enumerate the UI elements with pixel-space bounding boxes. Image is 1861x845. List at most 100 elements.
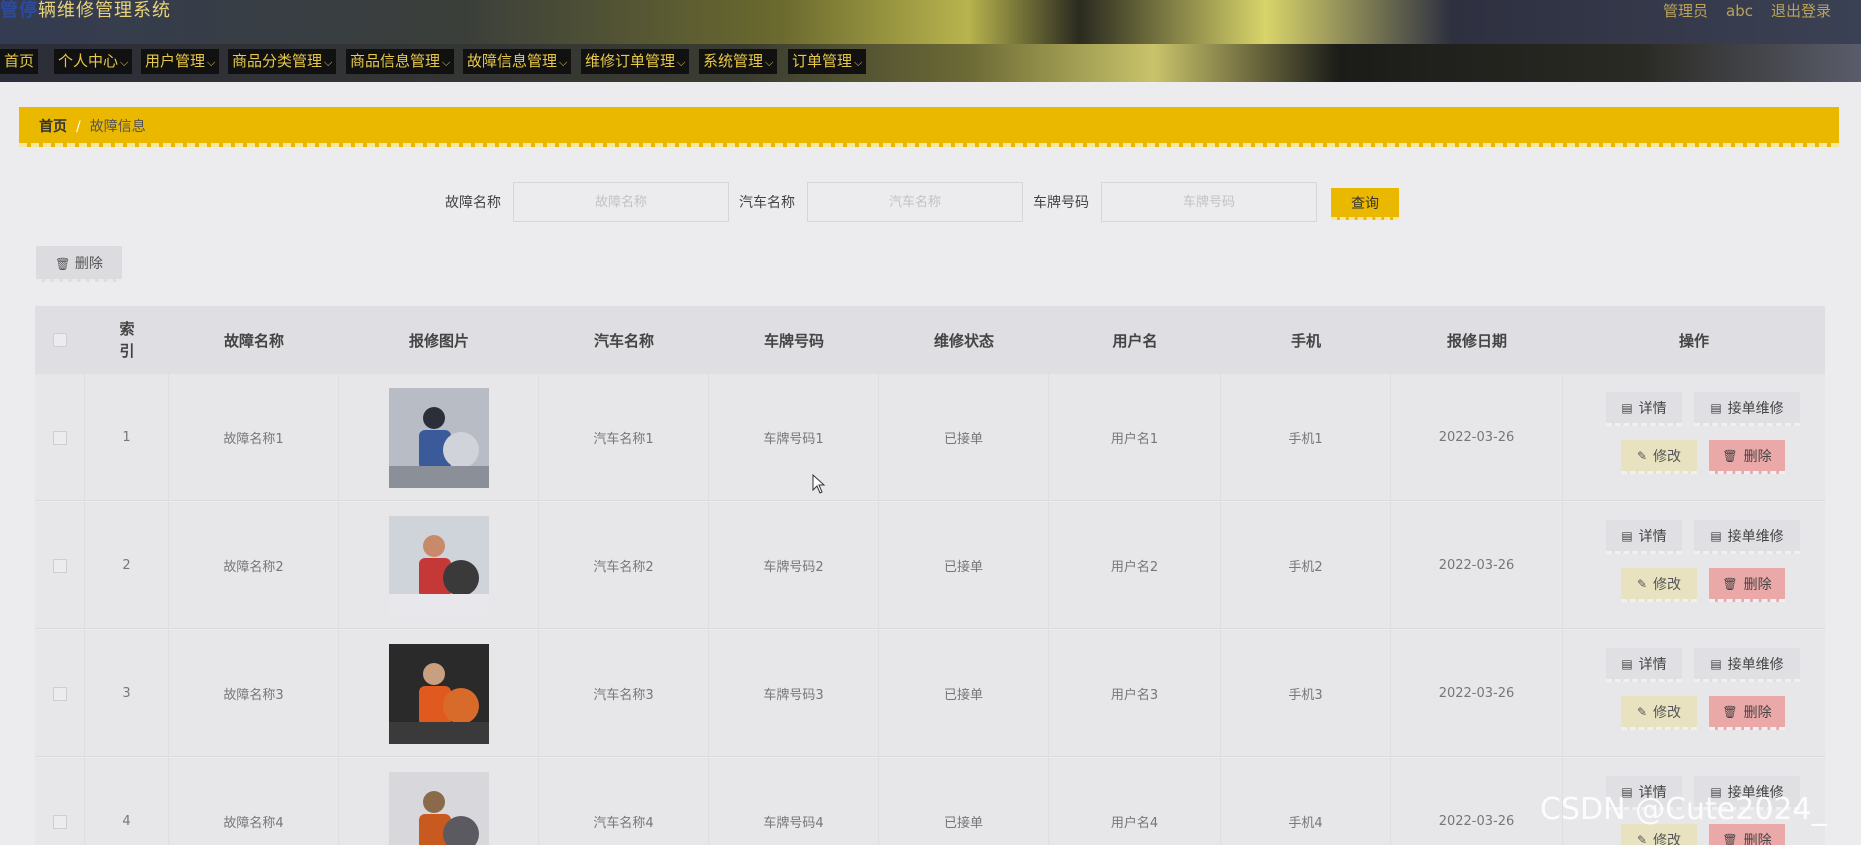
app-header: 管停辆维修管理系统 管理员 abc 退出登录: [0, 0, 1861, 44]
trash-icon: 🗑: [1722, 448, 1738, 463]
row-checkbox[interactable]: [52, 558, 67, 573]
repair-photo[interactable]: [388, 643, 489, 744]
nav-item-users[interactable]: 用户管理 ⌵: [141, 49, 220, 74]
cell-actions: ▤ 详情 ▤ 接单维修 ✎ 修改 🗑 删除: [1563, 374, 1825, 501]
cell-index: 3: [85, 630, 169, 757]
delete-button[interactable]: 🗑 删除: [1709, 696, 1785, 730]
trash-icon: 🗑: [55, 256, 71, 271]
cell-username: 用户名2: [1049, 502, 1221, 629]
edit-button[interactable]: ✎ 修改: [1621, 696, 1697, 730]
cell-actions: ▤ 详情 ▤ 接单维修 ✎ 修改 🗑 删除: [1563, 502, 1825, 629]
detail-button[interactable]: ▤ 详情: [1606, 392, 1682, 426]
cell-car-name: 汽车名称4: [539, 758, 709, 845]
cell-car-name: 汽车名称3: [539, 630, 709, 757]
col-fault-name: 故障名称: [223, 331, 284, 350]
photo-image-icon: [388, 643, 489, 744]
edit-button[interactable]: ✎ 修改: [1621, 440, 1697, 474]
nav-item-category[interactable]: 商品分类管理 ⌵: [228, 49, 337, 74]
breadcrumb-home[interactable]: 首页: [39, 119, 67, 135]
query-button[interactable]: 查询: [1331, 188, 1399, 220]
document-icon: ▤: [1710, 656, 1722, 671]
detail-button[interactable]: ▤ 详情: [1606, 520, 1682, 554]
cell-phone: 手机1: [1221, 374, 1391, 501]
photo-image-icon: [388, 771, 489, 845]
cell-status: 已接单: [879, 758, 1049, 845]
accept-repair-button[interactable]: ▤ 接单维修: [1694, 520, 1800, 554]
nav-item-faults[interactable]: 故障信息管理 ⌵: [463, 49, 572, 74]
cell-phone: 手机4: [1221, 758, 1391, 845]
col-status: 维修状态: [933, 331, 994, 350]
chevron-down-icon: ⌵: [207, 56, 216, 69]
col-date: 报修日期: [1446, 331, 1507, 350]
cell-username: 用户名3: [1049, 630, 1221, 757]
nav-item-products[interactable]: 商品信息管理 ⌵: [346, 49, 455, 74]
logout-link[interactable]: 退出登录: [1771, 2, 1831, 20]
col-car-name: 汽车名称: [593, 331, 654, 350]
cell-date: 2022-03-26: [1391, 758, 1563, 845]
col-index: 索引: [119, 320, 135, 360]
row-checkbox[interactable]: [52, 686, 67, 701]
batch-delete-button[interactable]: 🗑 删除: [36, 246, 122, 282]
nav-item-orders[interactable]: 订单管理 ⌵: [788, 49, 867, 74]
table-row: 2 故障名称2 汽车名称2 车牌号码2 已接单 用户名2 手机2 2022-03…: [35, 502, 1825, 629]
trash-icon: 🗑: [1722, 576, 1738, 591]
nav-item-home[interactable]: 首页: [0, 49, 39, 74]
cell-plate: 车牌号码4: [709, 758, 879, 845]
col-phone: 手机: [1290, 331, 1321, 350]
table-row: 1 故障名称1 汽车名称1 车牌号码1 已接单 用户名1 手机1 2022-03…: [35, 374, 1825, 501]
breadcrumb-current: 故障信息: [89, 119, 146, 135]
car-name-input[interactable]: [807, 182, 1023, 222]
cell-index: 2: [85, 502, 169, 629]
photo-image-icon: [388, 387, 489, 488]
accept-repair-button[interactable]: ▤ 接单维修: [1694, 392, 1800, 426]
cell-plate: 车牌号码1: [709, 374, 879, 501]
cell-date: 2022-03-26: [1391, 374, 1563, 501]
delete-button[interactable]: 🗑 删除: [1709, 568, 1785, 602]
app-title: 管停辆维修管理系统: [0, 0, 171, 21]
nav-item-system[interactable]: 系统管理 ⌵: [699, 49, 778, 74]
cell-date: 2022-03-26: [1391, 630, 1563, 757]
cell-date: 2022-03-26: [1391, 502, 1563, 629]
chevron-down-icon: ⌵: [120, 56, 129, 69]
cell-phone: 手机3: [1221, 630, 1391, 757]
accept-repair-button[interactable]: ▤ 接单维修: [1694, 648, 1800, 682]
edit-button[interactable]: ✎ 修改: [1621, 568, 1697, 602]
user-name: abc: [1726, 2, 1753, 20]
document-icon: ▤: [1710, 400, 1722, 415]
col-username: 用户名: [1112, 331, 1158, 350]
trash-icon: 🗑: [1722, 832, 1738, 845]
chevron-down-icon: ⌵: [854, 56, 863, 69]
cell-username: 用户名1: [1049, 374, 1221, 501]
nav-item-repair-orders[interactable]: 维修订单管理 ⌵: [581, 49, 690, 74]
document-icon: ▤: [1710, 528, 1722, 543]
cell-fault-name: 故障名称2: [169, 502, 339, 629]
cell-username: 用户名4: [1049, 758, 1221, 845]
repair-photo[interactable]: [388, 771, 489, 845]
car-name-label: 汽车名称: [739, 195, 795, 211]
repair-photo[interactable]: [388, 387, 489, 488]
detail-button[interactable]: ▤ 详情: [1606, 648, 1682, 682]
main-nav: 首页 个人中心 ⌵ 用户管理 ⌵ 商品分类管理 ⌵ 商品信息管理 ⌵ 故障信息管理 ⌵ 维…: [0, 44, 1861, 82]
cell-index: 1: [85, 374, 169, 501]
document-icon: ▤: [1621, 528, 1633, 543]
pencil-icon: ✎: [1636, 704, 1648, 719]
pencil-icon: ✎: [1636, 576, 1648, 591]
nav-item-profile[interactable]: 个人中心 ⌵: [54, 49, 133, 74]
row-checkbox[interactable]: [52, 814, 67, 829]
plate-number-input[interactable]: [1101, 182, 1317, 222]
fault-name-input[interactable]: [513, 182, 729, 222]
cell-fault-name: 故障名称1: [169, 374, 339, 501]
cell-plate: 车牌号码3: [709, 630, 879, 757]
edit-button[interactable]: ✎ 修改: [1621, 824, 1697, 845]
delete-button[interactable]: 🗑 删除: [1709, 440, 1785, 474]
cell-status: 已接单: [879, 630, 1049, 757]
delete-button[interactable]: 🗑 删除: [1709, 824, 1785, 845]
chevron-down-icon: ⌵: [324, 56, 333, 69]
row-checkbox[interactable]: [52, 430, 67, 445]
select-all-checkbox[interactable]: [53, 333, 67, 347]
document-icon: ▤: [1621, 656, 1633, 671]
repair-photo[interactable]: [388, 515, 489, 616]
cell-status: 已接单: [879, 374, 1049, 501]
select-all-cell: [35, 306, 85, 374]
mouse-cursor-icon: [812, 474, 826, 494]
